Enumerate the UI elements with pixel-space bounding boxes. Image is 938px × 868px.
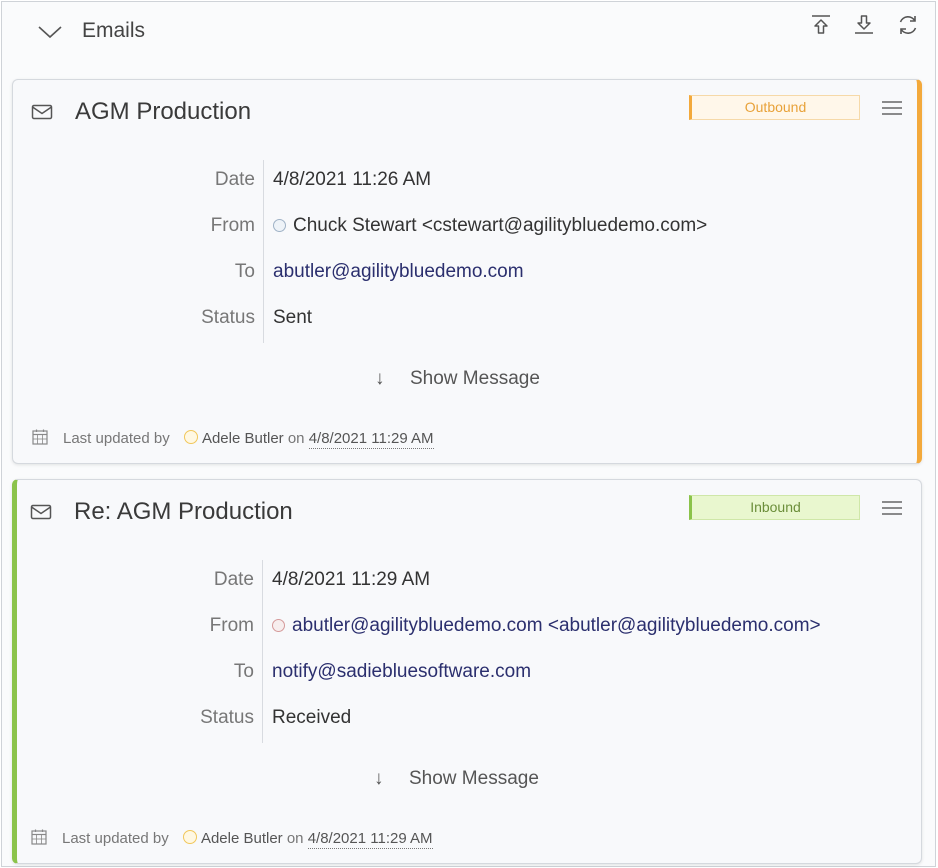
updated-by-user[interactable]: Adele Butler <box>202 430 284 447</box>
field-row-to: To abutler@agilitybluedemo.com <box>13 252 713 298</box>
field-row-status: Status Sent <box>13 298 713 344</box>
chevron-down-icon <box>38 26 62 39</box>
last-updated-footer: Last updated by Adele Butler on 4/8/2021… <box>31 428 434 449</box>
date-value: 4/8/2021 11:29 AM <box>272 569 431 590</box>
direction-badge: Outbound <box>689 95 860 120</box>
email-card-outbound: AGM Production Outbound Date 4/8/2021 11… <box>12 79 922 464</box>
direction-badge: Inbound <box>689 495 860 520</box>
user-status-icon <box>182 830 197 844</box>
arrow-down-icon: ↓ <box>375 368 385 389</box>
show-message-button[interactable]: ↓ Show Message <box>375 368 540 390</box>
section-header: Emails <box>2 2 935 62</box>
field-row-to: To notify@sadiebluesoftware.com <box>12 652 712 698</box>
refresh-button[interactable] <box>895 12 921 38</box>
user-status-icon <box>183 430 198 444</box>
updated-on-time: 4/8/2021 11:29 AM <box>308 430 434 449</box>
contact-status-icon <box>273 219 286 232</box>
section-title: Emails <box>82 19 146 42</box>
from-value[interactable]: abutler@agilitybluedemo.com <abutler@agi… <box>272 615 821 637</box>
upload-icon <box>812 15 830 34</box>
hamburger-menu-icon[interactable] <box>881 498 903 518</box>
from-value[interactable]: Chuck Stewart <cstewart@agilitybluedemo.… <box>273 215 707 237</box>
updated-by-user[interactable]: Adele Butler <box>201 830 283 847</box>
upload-button[interactable] <box>808 12 834 38</box>
envelope-icon <box>31 104 53 120</box>
last-updated-footer: Last updated by Adele Butler on 4/8/2021… <box>30 828 433 849</box>
email-fields: Date 4/8/2021 11:29 AM From abutler@agil… <box>12 560 821 744</box>
show-message-label: Show Message <box>409 768 539 789</box>
show-message-button[interactable]: ↓ Show Message <box>374 768 539 790</box>
email-fields: Date 4/8/2021 11:26 AM From Chuck Stewar… <box>13 160 713 344</box>
on-label: on <box>286 830 304 847</box>
email-subject: Re: AGM Production <box>74 498 293 525</box>
download-button[interactable] <box>851 12 877 38</box>
download-icon <box>855 15 873 34</box>
to-label: To <box>234 261 255 282</box>
from-label: From <box>209 615 254 636</box>
field-row-from: From abutler@agilitybluedemo.com <abutle… <box>12 606 821 652</box>
contact-status-icon <box>272 619 285 632</box>
calendar-icon <box>31 829 47 845</box>
status-label: Status <box>200 707 254 728</box>
updated-on-time: 4/8/2021 11:29 AM <box>307 830 433 849</box>
field-row-date: Date 4/8/2021 11:26 AM <box>13 160 713 206</box>
arrow-down-icon: ↓ <box>374 768 384 789</box>
email-card-inbound: Re: AGM Production Inbound Date 4/8/2021… <box>12 479 922 864</box>
to-value[interactable]: abutler@agilitybluedemo.com <box>273 261 524 283</box>
to-value[interactable]: notify@sadiebluesoftware.com <box>272 661 531 683</box>
from-label: From <box>210 215 255 236</box>
last-updated-label: Last updated by <box>63 430 170 447</box>
date-value: 4/8/2021 11:26 AM <box>273 169 432 190</box>
to-label: To <box>233 661 254 682</box>
date-label: Date <box>213 569 254 590</box>
envelope-icon <box>30 504 52 520</box>
calendar-icon <box>32 429 48 445</box>
field-row-from: From Chuck Stewart <cstewart@agilityblue… <box>13 206 713 252</box>
emails-panel: Emails AGM Production Outbound Date 4/8/… <box>1 1 936 867</box>
email-subject: AGM Production <box>75 98 252 125</box>
show-message-label: Show Message <box>410 368 540 389</box>
refresh-icon <box>899 16 917 34</box>
status-label: Status <box>201 307 255 328</box>
status-value: Received <box>272 707 352 728</box>
field-row-status: Status Received <box>12 698 712 744</box>
status-value: Sent <box>273 307 313 328</box>
field-row-date: Date 4/8/2021 11:29 AM <box>12 560 712 606</box>
on-label: on <box>287 430 305 447</box>
from-text: Chuck Stewart <cstewart@agilitybluedemo.… <box>293 215 708 236</box>
last-updated-label: Last updated by <box>62 830 169 847</box>
from-text: abutler@agilitybluedemo.com <abutler@agi… <box>292 615 821 636</box>
date-label: Date <box>214 169 255 190</box>
collapse-button[interactable] <box>35 18 65 44</box>
hamburger-menu-icon[interactable] <box>881 98 903 118</box>
